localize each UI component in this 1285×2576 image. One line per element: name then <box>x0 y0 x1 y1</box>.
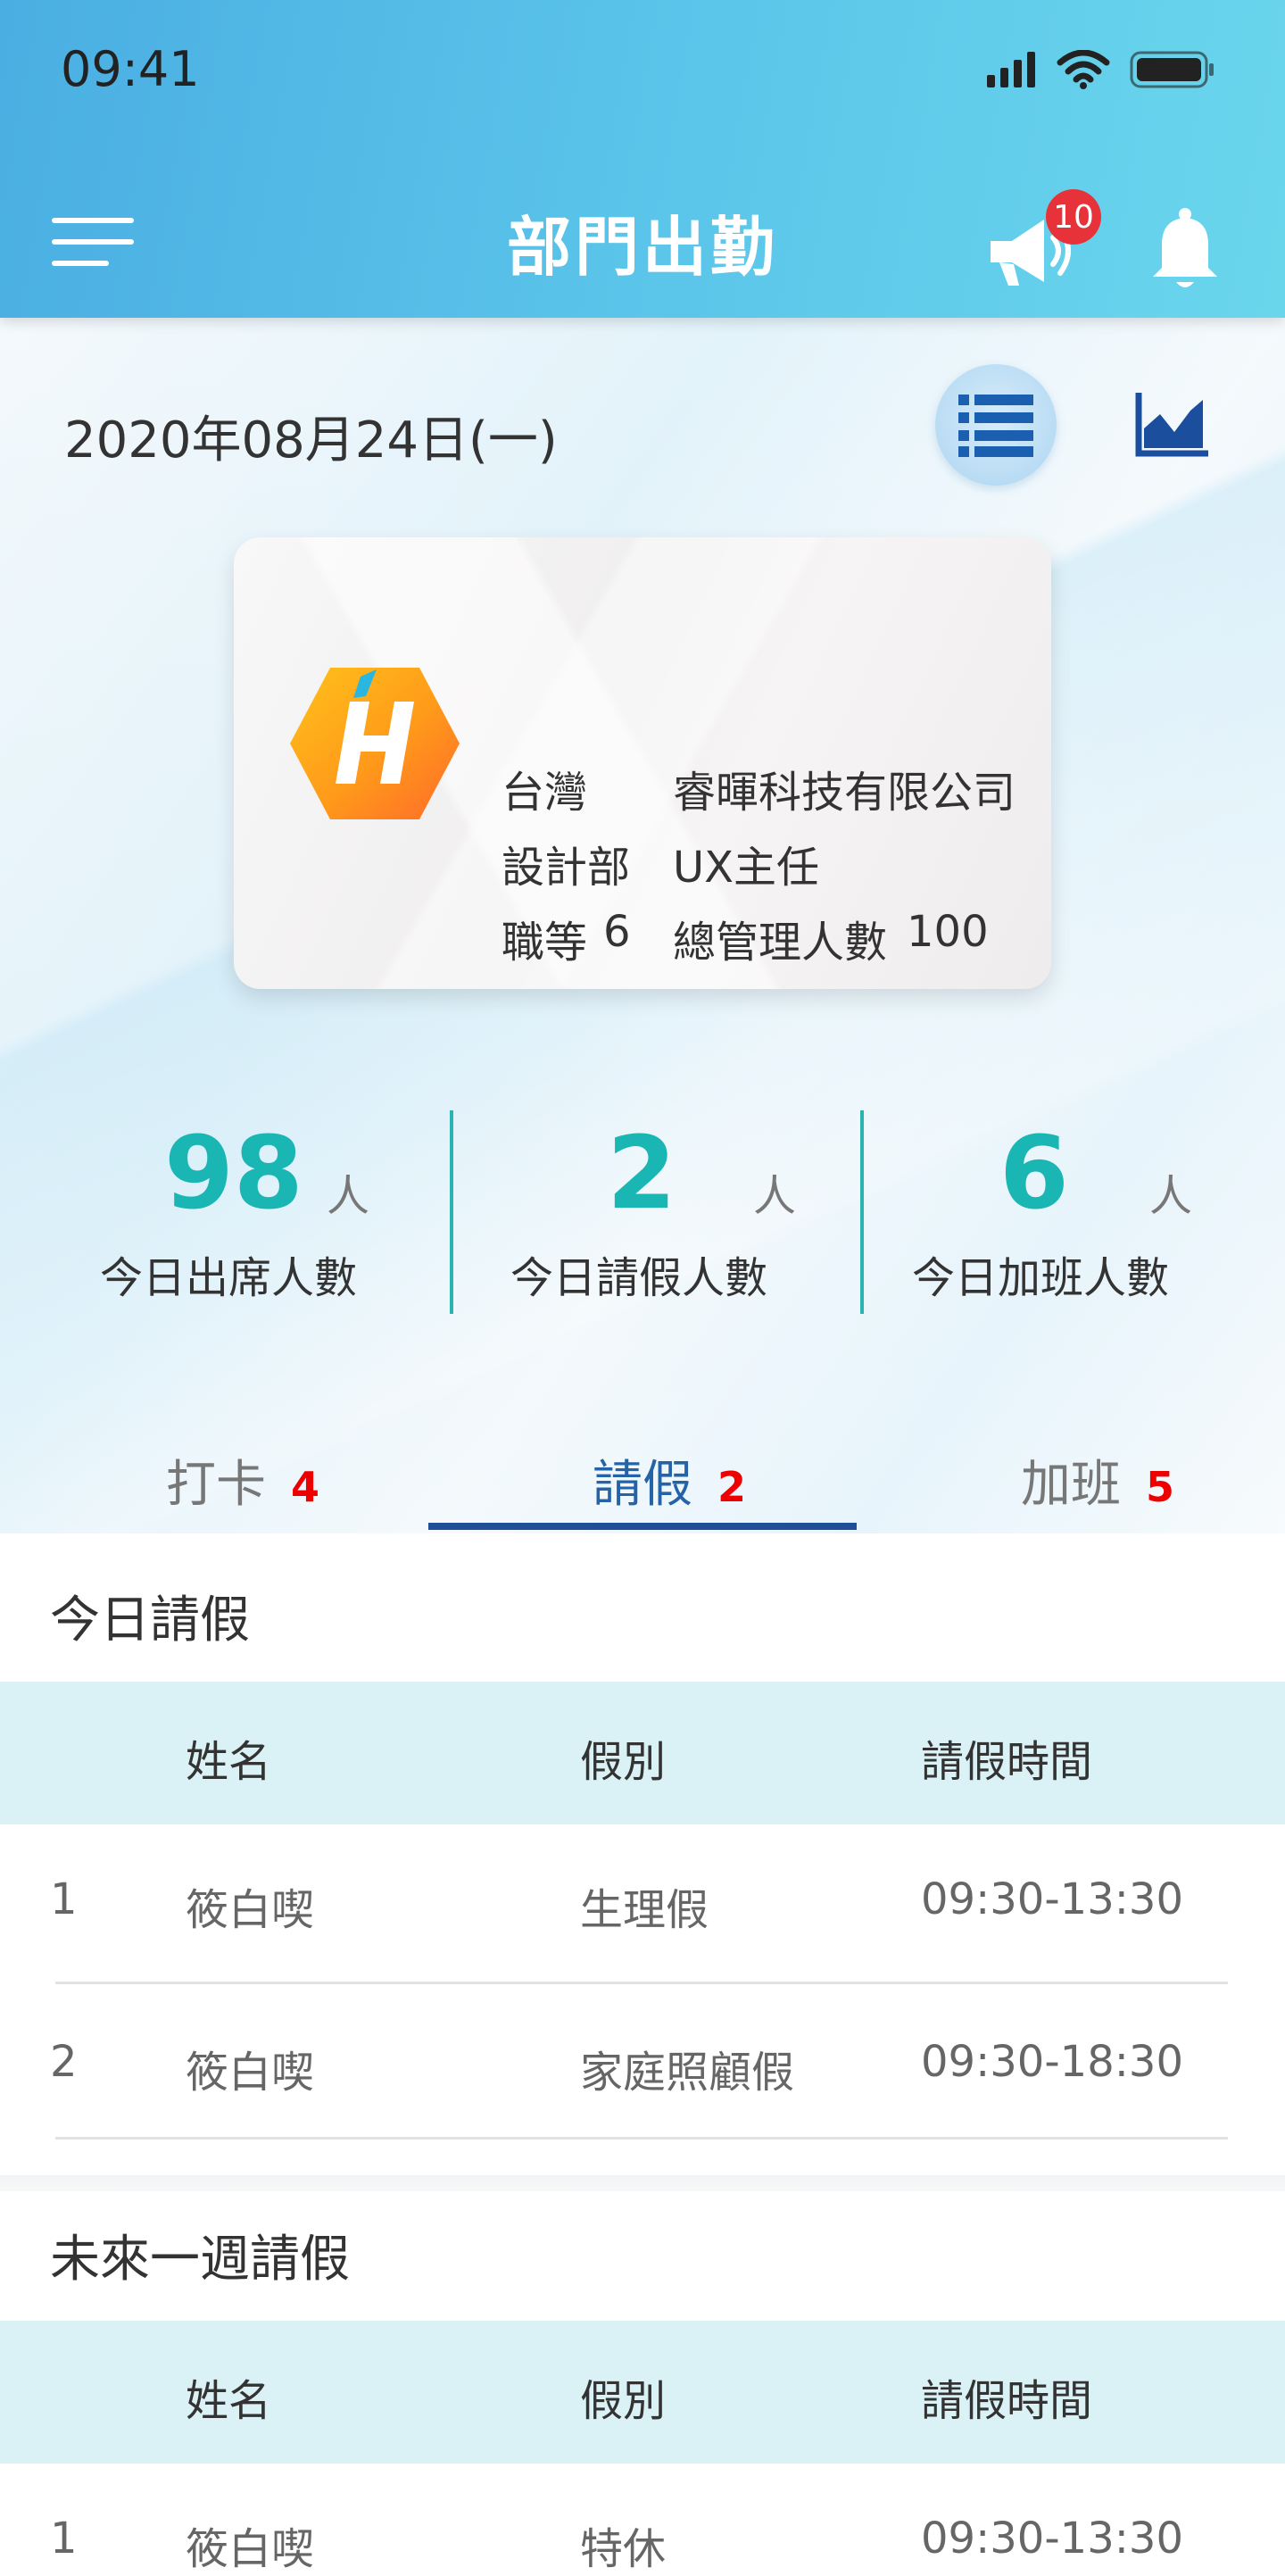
stat-unit: 人 <box>753 1171 797 1221</box>
current-date: 2020年08月24日(一) <box>64 411 558 469</box>
tab-clock-in[interactable]: 打卡 4 <box>166 1444 319 1533</box>
card-grade-label: 職等 <box>502 918 588 968</box>
column-header-type: 假別 <box>580 2376 667 2426</box>
card-position: UX主任 <box>673 843 820 893</box>
row-name: 筱白喫 <box>186 1885 315 1935</box>
week-leave-table-header: 姓名 假別 請假時間 <box>0 2321 1285 2464</box>
tab-label: 打卡 <box>166 1456 266 1514</box>
company-card: 台灣 睿暉科技有限公司 設計部 UX主任 職等 6 總管理人數 100 <box>234 537 1051 989</box>
row-index: 1 <box>50 2514 78 2564</box>
tab-count: 2 <box>717 1463 747 1511</box>
app-header: 09:41 部門出勤 10 <box>0 0 1285 318</box>
wifi-icon <box>1057 50 1110 89</box>
stat-label: 今日請假人數 <box>510 1253 768 1303</box>
tab-leave[interactable]: 請假 2 <box>593 1444 746 1533</box>
week-leave-title: 未來一週請假 <box>50 2231 350 2289</box>
row-type: 特休 <box>580 2524 667 2574</box>
tab-label: 加班 <box>1021 1456 1121 1514</box>
stat-unit: 人 <box>1149 1171 1193 1221</box>
row-time: 09:30-18:30 <box>921 2037 1183 2087</box>
stat-number: 98 <box>164 1116 303 1232</box>
notification-badge: 10 <box>1046 189 1101 245</box>
today-leave-table-header: 姓名 假別 請假時間 <box>0 1682 1285 1824</box>
tab-count: 4 <box>291 1463 320 1511</box>
table-row[interactable]: 1 筱白喫 生理假 09:30-13:30 <box>0 1824 1285 1982</box>
tab-count: 5 <box>1146 1463 1175 1511</box>
tab-label: 請假 <box>593 1456 692 1514</box>
company-logo <box>290 668 460 819</box>
row-index: 1 <box>50 1874 78 1924</box>
stat-unit: 人 <box>327 1171 370 1221</box>
card-managed-label: 總管理人數 <box>673 918 888 968</box>
table-bottom-padding <box>0 2140 1285 2175</box>
card-department: 設計部 <box>502 843 631 893</box>
stat-divider <box>860 1110 864 1314</box>
signal-icon <box>987 52 1035 87</box>
column-header-time: 請假時間 <box>921 1737 1093 1787</box>
stat-number: 6 <box>999 1116 1069 1232</box>
stat-divider <box>450 1110 453 1314</box>
row-divider <box>55 1982 1228 1984</box>
today-leave-title: 今日請假 <box>50 1591 250 1649</box>
card-region: 台灣 <box>502 768 588 818</box>
column-header-time: 請假時間 <box>921 2376 1093 2426</box>
row-type: 生理假 <box>580 1885 709 1935</box>
bell-icon[interactable] <box>1149 205 1221 295</box>
list-view-icon <box>958 395 1033 457</box>
card-managed-value: 100 <box>907 907 989 957</box>
table-row[interactable]: 2 筱白喫 家庭照顧假 09:30-18:30 <box>0 1987 1285 2144</box>
row-type: 家庭照顧假 <box>580 2048 795 2098</box>
tab-overtime[interactable]: 加班 5 <box>1021 1444 1174 1533</box>
row-index: 2 <box>50 2037 78 2087</box>
stat-label: 今日加班人數 <box>912 1253 1170 1303</box>
row-name: 筱白喫 <box>186 2048 315 2098</box>
section-divider <box>0 2175 1285 2191</box>
column-header-name: 姓名 <box>186 2376 272 2426</box>
table-row[interactable]: 1 筱白喫 特休 09:30-13:30 <box>0 2464 1285 2574</box>
column-header-type: 假別 <box>580 1737 667 1787</box>
column-header-name: 姓名 <box>186 1737 272 1787</box>
active-tab-indicator <box>428 1523 857 1530</box>
status-time: 09:41 <box>61 41 200 97</box>
area-chart-icon[interactable] <box>1135 393 1210 457</box>
list-view-button[interactable] <box>935 364 1057 486</box>
card-company: 睿暉科技有限公司 <box>673 768 1016 818</box>
row-time: 09:30-13:30 <box>921 1874 1183 1924</box>
battery-icon <box>1130 51 1214 88</box>
row-time: 09:30-13:30 <box>921 2514 1183 2564</box>
stat-label: 今日出席人數 <box>100 1253 358 1303</box>
status-icons <box>987 50 1215 89</box>
row-name: 筱白喫 <box>186 2524 315 2574</box>
card-grade-value: 6 <box>603 907 631 957</box>
stat-number: 2 <box>607 1116 676 1232</box>
